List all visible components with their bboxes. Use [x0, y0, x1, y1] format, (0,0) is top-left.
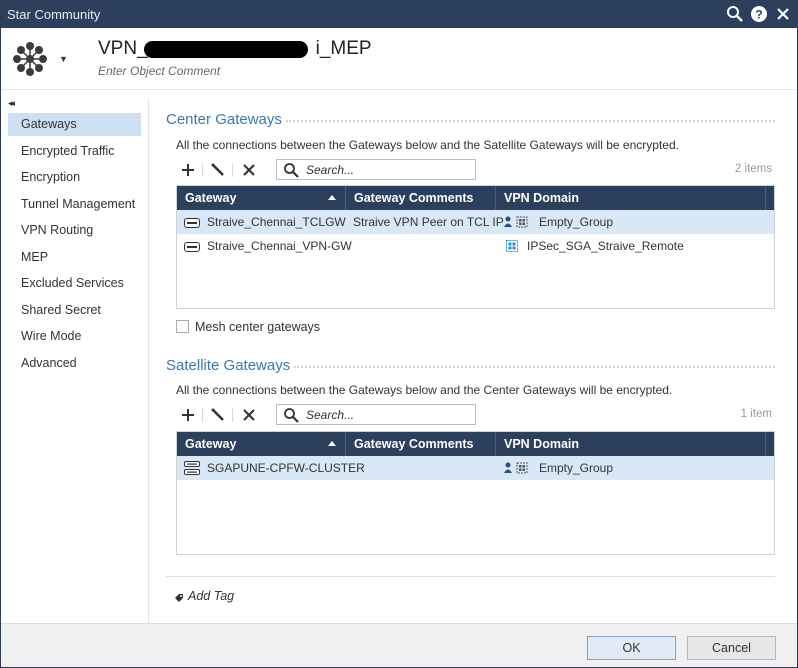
satellite-remove-icon[interactable]: [240, 406, 258, 424]
gateway-name: Straive_Chennai_VPN-GW: [207, 239, 352, 253]
satellite-add-icon[interactable]: [179, 406, 197, 424]
sidebar-item-advanced[interactable]: Advanced: [8, 352, 141, 375]
center-edit-icon[interactable]: [209, 161, 227, 179]
satellite-items-count: 1 item: [740, 408, 772, 420]
sort-ascending-icon: [328, 195, 336, 200]
gateway-comment: Straive VPN Peer on TCL IP: [353, 215, 504, 229]
object-comment-field[interactable]: Enter Object Comment: [98, 64, 220, 78]
close-icon[interactable]: [774, 5, 792, 23]
sidebar-item-wire-mode[interactable]: Wire Mode: [8, 325, 141, 348]
column-label: Gateway: [185, 437, 237, 451]
vpn-domain: IPSec_SGA_Straive_Remote: [527, 239, 684, 253]
gateway-name: Straive_Chennai_TCLGW: [207, 215, 346, 229]
mesh-center-gateways-checkbox[interactable]: [176, 320, 189, 333]
search-placeholder: Search...: [306, 163, 355, 177]
toolbar-separator: [232, 163, 233, 177]
column-header-vpn-domain[interactable]: VPN Domain: [496, 186, 766, 210]
table-header: Gateway Gateway Comments VPN Domain: [177, 186, 774, 210]
gateway-icon: [184, 241, 200, 255]
vpn-domain: Empty_Group: [539, 215, 614, 229]
section-divider: [286, 120, 775, 122]
column-label: Gateway: [185, 191, 237, 205]
help-icon[interactable]: ?: [750, 5, 768, 23]
section-divider: [294, 366, 775, 368]
sidebar-item-mep[interactable]: MEP: [8, 246, 141, 269]
sidebar-item-tunnel-management[interactable]: Tunnel Management: [8, 193, 141, 216]
gateway-icon: [184, 217, 200, 231]
satellite-edit-icon[interactable]: [209, 406, 227, 424]
window-title: Star Community: [7, 7, 101, 22]
table-header: Gateway Gateway Comments VPN Domain: [177, 432, 774, 456]
search-icon[interactable]: [726, 5, 744, 23]
center-add-icon[interactable]: [179, 161, 197, 179]
center-remove-icon[interactable]: [240, 161, 258, 179]
object-name-suffix: i_MEP: [315, 38, 372, 59]
add-tag-link[interactable]: Add Tag: [188, 589, 234, 603]
tag-icon: [174, 592, 184, 602]
object-menu-chevron-down-icon[interactable]: ▼: [59, 54, 68, 64]
sidebar-nav: Gateways Encrypted Traffic Encryption Tu…: [1, 113, 149, 378]
sidebar-item-vpn-routing[interactable]: VPN Routing: [8, 219, 141, 242]
sidebar-item-shared-secret[interactable]: Shared Secret: [8, 299, 141, 322]
toolbar-separator: [202, 163, 203, 177]
user-group-icon: [504, 462, 530, 477]
center-search-input[interactable]: Search...: [276, 159, 476, 180]
column-header-gateway-comments[interactable]: Gateway Comments: [346, 432, 496, 456]
column-header-gateway[interactable]: Gateway: [177, 432, 346, 456]
search-icon: [283, 407, 299, 423]
redaction-mark: [144, 41, 308, 58]
satellite-gateways-table: Gateway Gateway Comments VPN Domain SGAP…: [176, 431, 775, 555]
dialog-footer: OK Cancel: [1, 623, 797, 667]
center-gateways-table: Gateway Gateway Comments VPN Domain Stra…: [176, 185, 775, 309]
object-name-prefix: VPN_: [98, 38, 148, 59]
satellite-gateways-title: Satellite Gateways: [166, 357, 291, 374]
column-header-gateway-comments[interactable]: Gateway Comments: [346, 186, 496, 210]
table-row[interactable]: Straive_Chennai_VPN-GW IPSec_SGA_Straive…: [177, 234, 774, 258]
sidebar-item-encryption[interactable]: Encryption: [8, 166, 141, 189]
star-community-icon: [11, 40, 49, 78]
object-header: ▼ VPN_ i_MEP Enter Object Comment: [1, 28, 797, 90]
collapse-sidebar-icon[interactable]: ◂◂: [8, 98, 15, 109]
ok-button[interactable]: OK: [587, 636, 676, 660]
search-placeholder: Search...: [306, 408, 355, 422]
toolbar-separator: [232, 408, 233, 422]
sidebar-item-excluded-services[interactable]: Excluded Services: [8, 272, 141, 295]
sort-ascending-icon: [328, 441, 336, 446]
star-community-window: Star Community ? ▼ VPN_ i_MEP Enter Obje…: [0, 0, 798, 668]
sidebar-divider: [148, 98, 149, 623]
satellite-gateways-description: All the connections between the Gateways…: [176, 383, 673, 397]
cancel-button[interactable]: Cancel: [687, 636, 776, 660]
vpn-domain: Empty_Group: [539, 461, 614, 475]
title-bar: Star Community ?: [1, 1, 797, 28]
mesh-center-gateways-label: Mesh center gateways: [195, 320, 321, 334]
gateway-name: SGAPUNE-CPFW-CLUSTER: [207, 461, 365, 475]
section-divider: [166, 576, 775, 577]
center-gateways-description: All the connections between the Gateways…: [176, 138, 679, 152]
network-group-icon: [506, 240, 518, 255]
satellite-search-input[interactable]: Search...: [276, 404, 476, 425]
user-group-icon: [504, 216, 530, 231]
sidebar-item-encrypted-traffic[interactable]: Encrypted Traffic: [8, 140, 141, 163]
toolbar-separator: [202, 408, 203, 422]
center-items-count: 2 items: [734, 163, 772, 175]
column-header-gateway[interactable]: Gateway: [177, 186, 346, 210]
column-header-vpn-domain[interactable]: VPN Domain: [496, 432, 766, 456]
cluster-icon: [184, 461, 200, 478]
center-gateways-title: Center Gateways: [166, 111, 282, 128]
search-icon: [283, 162, 299, 178]
table-row[interactable]: Straive_Chennai_TCLGW Straive VPN Peer o…: [177, 210, 774, 234]
svg-text:?: ?: [755, 8, 762, 22]
table-row[interactable]: SGAPUNE-CPFW-CLUSTER Empty_Group: [177, 456, 774, 480]
sidebar-item-gateways[interactable]: Gateways: [8, 113, 141, 136]
